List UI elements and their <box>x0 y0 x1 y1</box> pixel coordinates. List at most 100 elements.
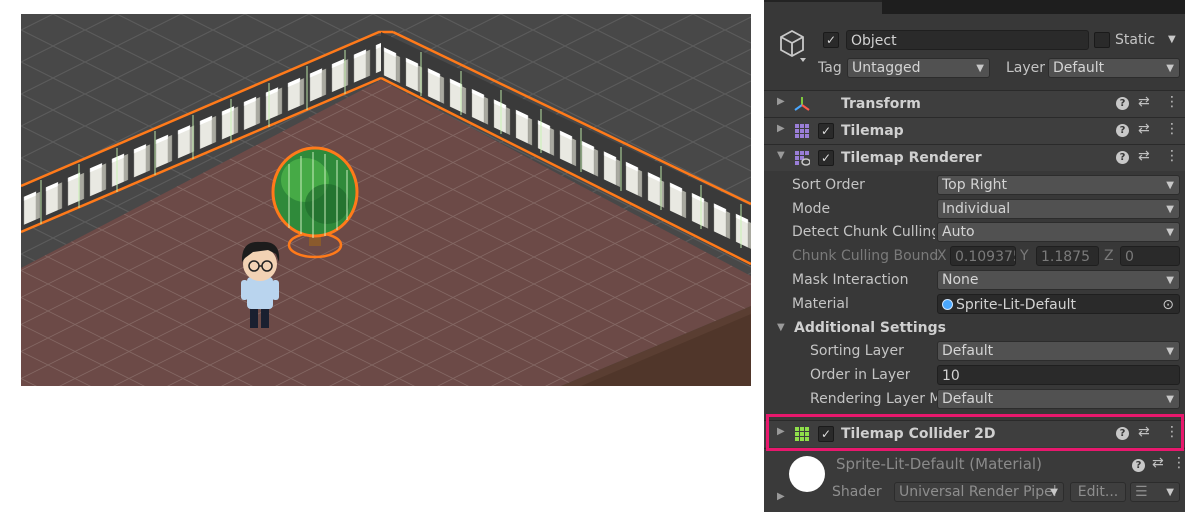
material-label: Material <box>792 296 849 312</box>
mode-label: Mode <box>792 201 831 217</box>
sort-order-label: Sort Order <box>792 177 865 193</box>
active-checkbox[interactable]: ✓ <box>823 32 839 48</box>
list-icon: ☰ <box>1135 484 1148 500</box>
bounds-z-label: Z <box>1104 248 1114 264</box>
detect-chunk-culling-label: Detect Chunk Culling <box>792 224 935 240</box>
detect-chunk-culling-dropdown[interactable]: Auto ▼ <box>937 222 1180 242</box>
more-vertical-icon[interactable]: ⋮ <box>1165 148 1179 164</box>
component-title: Tilemap <box>841 123 904 139</box>
preset-sliders-icon[interactable]: ⇄ <box>1138 148 1150 164</box>
bounds-z-field: 0 <box>1120 246 1180 266</box>
chunk-culling-bounds-label: Chunk Culling Bound: <box>792 248 937 264</box>
component-title: Transform <box>841 96 921 112</box>
material-preview-section: Sprite-Lit-Default (Material) ? ⇄ ⋮ Shad… <box>764 448 1185 512</box>
inspector-panel: ✓ Object Static ▼ Tag Untagged ▼ Layer De… <box>764 0 1185 512</box>
static-dropdown-arrow-icon[interactable]: ▼ <box>1168 34 1176 45</box>
tilemap-grid-icon <box>794 123 810 139</box>
component-tilemap-renderer[interactable]: ▼ ✓ Tilemap Renderer ? ⇄ ⋮ <box>764 144 1185 171</box>
bounds-y-label: Y <box>1020 248 1029 264</box>
component-transform[interactable]: ▶ Transform ? ⇄ ⋮ <box>764 90 1185 117</box>
sort-order-value: Top Right <box>942 177 1007 193</box>
component-title: Tilemap Renderer <box>841 150 982 166</box>
rendering-layer-value: Default <box>942 391 994 407</box>
more-vertical-icon[interactable]: ⋮ <box>1172 455 1185 471</box>
more-vertical-icon[interactable]: ⋮ <box>1165 94 1179 110</box>
chevron-down-icon: ▼ <box>1166 227 1174 238</box>
chevron-down-icon: ▼ <box>1166 63 1174 74</box>
material-preview-title: Sprite-Lit-Default (Material) <box>836 455 1042 473</box>
help-icon[interactable]: ? <box>1116 97 1129 110</box>
tilemap-collider-icon <box>794 426 810 442</box>
chevron-down-icon: ▼ <box>1166 487 1174 498</box>
static-checkbox[interactable] <box>1094 32 1110 48</box>
tag-label: Tag <box>818 60 842 76</box>
more-vertical-icon[interactable]: ⋮ <box>1165 121 1179 137</box>
mask-interaction-dropdown[interactable]: None ▼ <box>937 270 1180 290</box>
sorting-layer-dropdown[interactable]: Default ▼ <box>937 341 1180 361</box>
help-icon[interactable]: ? <box>1116 151 1129 164</box>
preset-sliders-icon[interactable]: ⇄ <box>1138 94 1150 110</box>
sort-order-dropdown[interactable]: Top Right ▼ <box>937 175 1180 195</box>
fold-right-icon[interactable]: ▶ <box>777 96 785 107</box>
rendering-layer-dropdown[interactable]: Default ▼ <box>937 389 1180 409</box>
preset-sliders-icon[interactable]: ⇄ <box>1138 121 1150 137</box>
fold-right-icon[interactable]: ▶ <box>777 491 785 502</box>
chevron-down-icon: ▼ <box>1166 346 1174 357</box>
component-enabled-checkbox[interactable]: ✓ <box>818 150 834 166</box>
object-name-field[interactable]: Object <box>846 30 1089 50</box>
chevron-down-icon: ▼ <box>1166 180 1174 191</box>
layer-value: Default <box>1053 60 1105 76</box>
mask-interaction-label: Mask Interaction <box>792 272 909 288</box>
detect-chunk-culling-value: Auto <box>942 224 975 240</box>
preset-sliders-icon[interactable]: ⇄ <box>1152 455 1164 471</box>
bounds-y-field: 1.1875 <box>1036 246 1099 266</box>
order-in-layer-field[interactable]: 10 <box>937 365 1180 385</box>
help-icon[interactable]: ? <box>1116 124 1129 137</box>
transform-axes-icon <box>794 96 810 112</box>
fold-right-icon[interactable]: ▶ <box>777 123 785 134</box>
object-picker-icon[interactable]: ⊙ <box>1162 295 1174 313</box>
static-label: Static <box>1115 32 1156 48</box>
fold-down-icon[interactable]: ▼ <box>777 322 785 333</box>
component-enabled-checkbox[interactable]: ✓ <box>818 426 834 442</box>
material-value: Sprite-Lit-Default <box>956 297 1076 313</box>
shader-edit-label: Edit... <box>1077 484 1119 500</box>
additional-settings-label[interactable]: Additional Settings <box>794 318 946 338</box>
shader-value: Universal Render Pipel <box>899 484 1057 500</box>
mode-dropdown[interactable]: Individual ▼ <box>937 199 1180 219</box>
bounds-x-label: X <box>937 248 947 264</box>
tag-value: Untagged <box>852 60 921 76</box>
material-dot-icon <box>942 299 953 310</box>
fold-down-icon[interactable]: ▼ <box>777 150 785 161</box>
chevron-down-icon: ▼ <box>976 63 984 74</box>
preset-sliders-icon[interactable]: ⇄ <box>1138 424 1150 440</box>
gameobject-icon <box>778 28 806 64</box>
component-enabled-checkbox[interactable]: ✓ <box>818 123 834 139</box>
shader-edit-button[interactable]: Edit... <box>1070 482 1126 502</box>
shader-options-button[interactable]: ☰ ▼ <box>1130 482 1180 502</box>
help-icon[interactable]: ? <box>1132 459 1145 472</box>
layer-dropdown[interactable]: Default ▼ <box>1048 58 1180 78</box>
more-vertical-icon[interactable]: ⋮ <box>1165 424 1179 440</box>
shader-dropdown[interactable]: Universal Render Pipel ▼ <box>894 482 1064 502</box>
inspector-tab-strip <box>764 0 1185 14</box>
scene-view[interactable] <box>21 14 751 386</box>
shader-label: Shader <box>832 484 882 500</box>
chevron-down-icon: ▼ <box>1050 487 1058 498</box>
tilemap-renderer-icon <box>794 150 811 166</box>
tag-dropdown[interactable]: Untagged ▼ <box>847 58 990 78</box>
chevron-down-icon: ▼ <box>1166 394 1174 405</box>
chevron-down-icon: ▼ <box>1166 275 1174 286</box>
layer-label: Layer <box>1006 60 1046 76</box>
sorting-layer-label: Sorting Layer <box>810 343 904 359</box>
component-title: Tilemap Collider 2D <box>841 426 996 442</box>
order-in-layer-label: Order in Layer <box>810 367 911 383</box>
material-field[interactable]: Sprite-Lit-Default ⊙ <box>937 294 1180 314</box>
mask-interaction-value: None <box>942 272 979 288</box>
fold-right-icon[interactable]: ▶ <box>777 426 785 437</box>
help-icon[interactable]: ? <box>1116 427 1129 440</box>
component-tilemap[interactable]: ▶ ✓ Tilemap ? ⇄ ⋮ <box>764 117 1185 144</box>
rendering-layer-label: Rendering Layer M <box>810 391 937 407</box>
material-preview-sphere <box>789 456 825 492</box>
component-tilemap-collider-2d[interactable]: ▶ ✓ Tilemap Collider 2D ? ⇄ ⋮ <box>764 420 1185 447</box>
